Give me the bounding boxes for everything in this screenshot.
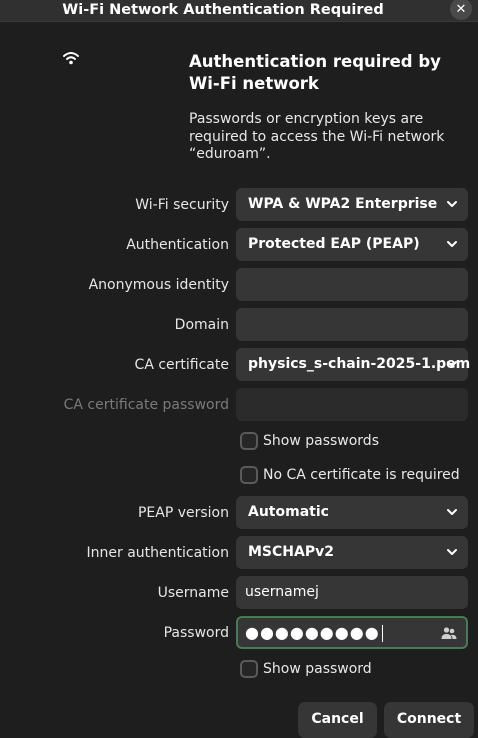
chevron-down-icon <box>447 509 457 515</box>
wifi-security-label: Wi-Fi security <box>135 197 229 213</box>
peap-version-value: Automatic <box>248 504 329 520</box>
show-password-checkbox[interactable]: Show password <box>240 660 372 678</box>
inner-authentication-label: Inner authentication <box>86 545 229 561</box>
close-button[interactable]: ✕ <box>450 0 472 20</box>
ca-certificate-value: physics_s-chain-2025-1.pem <box>248 356 471 372</box>
ca-certificate-dropdown[interactable]: physics_s-chain-2025-1.pem <box>236 348 471 381</box>
cancel-button[interactable]: Cancel <box>298 702 377 738</box>
ca-certificate-password-label: CA certificate password <box>63 397 229 413</box>
wifi-security-value: WPA & WPA2 Enterprise <box>248 196 438 212</box>
checkbox-box[interactable] <box>240 660 258 678</box>
password-dots: ●●●●●●●●● <box>245 623 380 642</box>
password-label: Password <box>163 625 229 641</box>
password-value: ●●●●●●●●● <box>245 618 383 647</box>
inner-authentication-dropdown[interactable]: MSCHAPv2 <box>236 536 468 569</box>
ca-certificate-label: CA certificate <box>134 357 229 373</box>
inner-authentication-value: MSCHAPv2 <box>248 544 334 560</box>
dialog-heading: Authentication required by Wi-Fi network <box>189 52 441 93</box>
wifi-security-dropdown[interactable]: WPA & WPA2 Enterprise <box>236 188 468 221</box>
show-passwords-checkbox[interactable]: Show passwords <box>240 432 379 450</box>
authentication-dropdown[interactable]: Protected EAP (PEAP) <box>236 228 468 261</box>
username-label: Username <box>157 585 229 601</box>
username-field[interactable]: usernamej <box>236 576 468 609</box>
close-icon: ✕ <box>455 1 467 17</box>
anonymous-identity-field[interactable] <box>236 268 468 301</box>
wifi-icon <box>63 52 79 65</box>
window-title: Wi-Fi Network Authentication Required <box>62 2 384 18</box>
domain-label: Domain <box>174 317 229 333</box>
password-field[interactable]: ●●●●●●●●● <box>236 616 468 649</box>
chevron-down-icon <box>447 201 457 207</box>
username-value: usernamej <box>245 584 319 600</box>
title-bar: Wi-Fi Network Authentication Required ✕ <box>0 0 478 22</box>
chevron-down-icon <box>447 549 457 555</box>
connect-button[interactable]: Connect <box>384 702 474 738</box>
checkbox-box[interactable] <box>240 466 258 484</box>
show-password-label: Show password <box>263 661 372 677</box>
dialog-description: Passwords or encryption keys are require… <box>189 111 445 162</box>
domain-field[interactable] <box>236 308 468 341</box>
people-icon[interactable] <box>441 625 457 641</box>
show-passwords-label: Show passwords <box>263 433 379 449</box>
text-caret <box>381 625 383 642</box>
authentication-value: Protected EAP (PEAP) <box>248 236 420 252</box>
checkbox-box[interactable] <box>240 432 258 450</box>
authentication-label: Authentication <box>126 237 229 253</box>
no-ca-required-checkbox[interactable]: No CA certificate is required <box>240 466 460 484</box>
peap-version-label: PEAP version <box>137 505 229 521</box>
chevron-down-icon <box>447 241 457 247</box>
peap-version-dropdown[interactable]: Automatic <box>236 496 468 529</box>
ca-certificate-password-field <box>236 388 468 421</box>
anonymous-identity-label: Anonymous identity <box>88 277 229 293</box>
no-ca-required-label: No CA certificate is required <box>263 467 460 483</box>
chevron-down-icon <box>447 361 457 367</box>
